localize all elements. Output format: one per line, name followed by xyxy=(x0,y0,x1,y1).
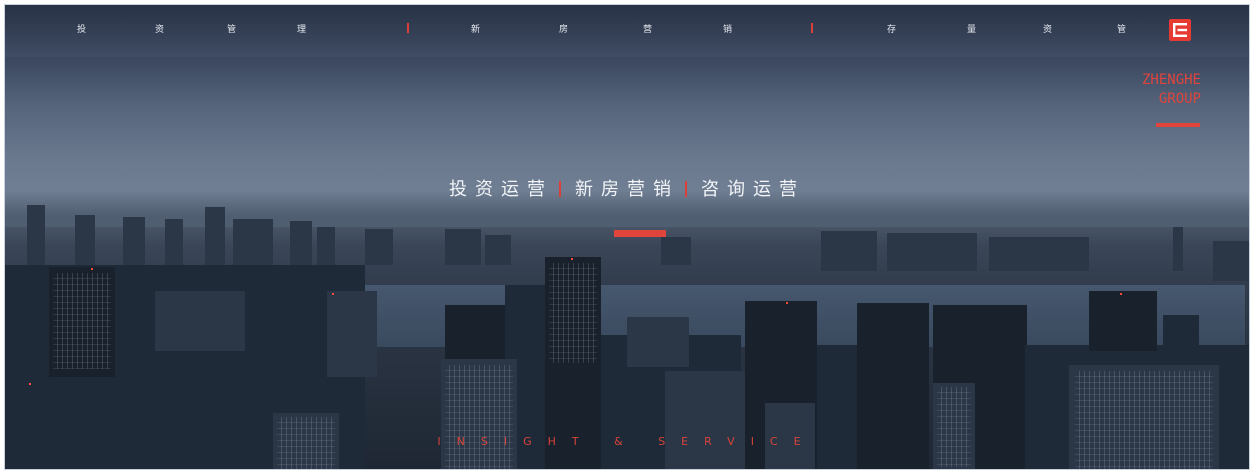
headline-underline xyxy=(614,230,666,237)
brand-underline xyxy=(1156,123,1200,127)
nav-char: 理 xyxy=(297,25,307,35)
nav-item-stock-asset-management[interactable]: 存 量 资 管 xyxy=(887,22,1137,35)
sea-band xyxy=(5,201,1249,227)
headline-separator xyxy=(685,181,687,197)
nav-char: 量 xyxy=(967,25,977,35)
zhenghe-logo-icon[interactable] xyxy=(1169,19,1191,41)
nav-char: 管 xyxy=(227,25,237,35)
brand-name: ZHENGHE GROUP xyxy=(1142,71,1201,109)
brand-line-2: GROUP xyxy=(1158,91,1201,107)
nav-char: 营 xyxy=(643,25,653,35)
nav-separator xyxy=(407,23,409,33)
brand-line-1: ZHENGHE xyxy=(1141,72,1201,88)
nav-char: 资 xyxy=(155,25,165,35)
nav-char: 资 xyxy=(1043,25,1053,35)
nav-char: 新 xyxy=(471,25,481,35)
headline-part-1: 投资运营 xyxy=(449,179,553,200)
headline: 投资运营 新房营销 咨询运营 xyxy=(5,175,1249,201)
nav-item-new-home-marketing[interactable]: 新 房 营 销 xyxy=(471,22,743,35)
nav-char: 房 xyxy=(559,25,569,35)
nav-item-investment-management[interactable]: 投 资 管 理 xyxy=(77,22,317,35)
nav-char: 投 xyxy=(77,25,87,35)
top-navigation: 投 资 管 理 新 房 营 销 存 量 资 管 xyxy=(5,5,1249,57)
hero-banner: 投 资 管 理 新 房 营 销 存 量 资 管 ZHENGHE GROUP 投资… xyxy=(4,4,1250,470)
headline-part-3: 咨询运营 xyxy=(701,179,805,200)
nav-char: 管 xyxy=(1117,25,1127,35)
headline-part-2: 新房营销 xyxy=(575,179,679,200)
nav-char: 存 xyxy=(887,25,897,35)
nav-separator xyxy=(811,23,813,33)
nav-char: 销 xyxy=(723,25,733,35)
tagline: INSIGHT & SERVICE xyxy=(437,435,817,448)
headline-separator xyxy=(559,181,561,197)
